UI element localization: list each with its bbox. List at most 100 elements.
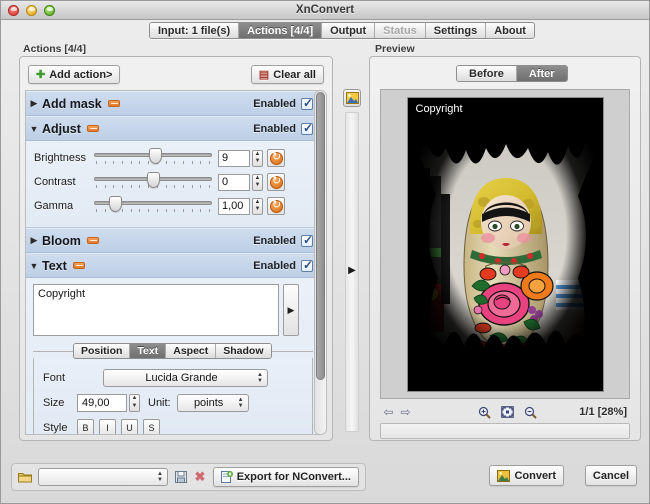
tab-actions[interactable]: Actions [4/4] [239,23,322,38]
value-field-gamma[interactable]: 1,00 [218,198,250,215]
tab-settings[interactable]: Settings [426,23,486,38]
save-preset-icon[interactable] [174,469,187,485]
disclosure-triangle-collapsed-icon[interactable]: ▶ [26,98,42,109]
slider-gamma[interactable] [94,196,212,216]
text-content-input[interactable]: Copyright [33,284,279,336]
zoom-out-button[interactable] [522,404,539,420]
previous-image-button[interactable]: ⇦ [380,404,397,420]
stepper-contrast[interactable]: ▲▼ [252,174,263,191]
preset-select[interactable]: ▲▼ [38,468,168,486]
convert-label: Convert [514,470,556,482]
stepper-brightness[interactable]: ▲▼ [252,150,263,167]
style-label: Style [43,422,77,434]
subtab-position[interactable]: Position [74,344,130,358]
tab-output[interactable]: Output [322,23,375,38]
tab-after[interactable]: After [517,66,567,81]
text-expand-button[interactable]: ▶ [283,284,299,336]
reset-button-brightness[interactable] [267,149,285,167]
clear-all-button[interactable]: ▤ Clear all [251,65,324,84]
preview-tab-strip: Before After [456,65,568,82]
reset-button-gamma[interactable] [267,197,285,215]
window-title: XnConvert [1,4,649,16]
add-icon: ✚ [36,68,45,81]
slider-row-contrast: Contrast 0 ▲▼ [34,171,312,193]
enabled-group-text: Enabled [253,260,320,272]
bottom-bar: ▲▼ ✖ Export for NConvert... Convert Canc… [1,455,649,503]
tab-before[interactable]: Before [457,66,517,81]
folder-icon[interactable] [18,469,32,485]
remove-action-button-add-mask[interactable] [108,100,120,107]
action-header-add-mask[interactable]: ▶ Add mask Enabled [26,91,320,116]
title-bar: XnConvert [1,1,649,20]
underline-button[interactable]: U [121,419,138,435]
enabled-checkbox-add-mask[interactable] [301,98,313,110]
action-header-bloom[interactable]: ▶ Bloom Enabled [26,228,320,253]
enabled-checkbox-adjust[interactable] [301,123,313,135]
export-nconvert-button[interactable]: Export for NConvert... [213,467,359,487]
chevron-updown-icon: ▲▼ [257,372,263,384]
next-image-button[interactable]: ⇨ [397,404,414,420]
unit-label: Unit: [148,397,171,409]
size-input[interactable]: 49,00 [77,394,127,412]
collapse-preview-arrow-icon[interactable]: ▶ [345,261,359,279]
enabled-checkbox-text[interactable] [301,260,313,272]
subtab-text[interactable]: Text [130,344,166,358]
unit-value: points [194,397,223,409]
size-row: Size 49,00 ▲▼ Unit: points ▲▼ [43,392,303,413]
disclosure-triangle-expanded-icon[interactable]: ▼ [26,261,42,271]
preview-image-toggle-button[interactable] [343,89,361,107]
subtab-aspect[interactable]: Aspect [166,344,216,358]
text-subtab-strip: Position Text Aspect Shadow [73,343,272,359]
preview-canvas[interactable]: Copyright [380,89,630,399]
actions-group-box: ✚ Add action> ▤ Clear all ▶ Add mask Ena… [19,56,333,441]
italic-button[interactable]: I [99,419,116,435]
remove-action-button-text[interactable] [73,262,85,269]
disclosure-triangle-collapsed-icon[interactable]: ▶ [26,235,42,246]
main-content: Actions [4/4] ✚ Add action> ▤ Clear all … [1,41,649,455]
text-subtab-panel: Font Lucida Grande ▲▼ Size 49,00 ▲▼ Unit [33,358,313,435]
convert-button[interactable]: Convert [489,465,564,486]
enabled-label-bloom: Enabled [253,235,296,247]
stepper-size[interactable]: ▲▼ [129,394,140,412]
stepper-gamma[interactable]: ▲▼ [252,198,263,215]
action-header-adjust[interactable]: ▼ Adjust Enabled [26,116,320,141]
fit-to-window-button[interactable] [499,404,516,420]
actions-list[interactable]: ▶ Add mask Enabled ▼ Adjust Enabled [25,90,321,435]
strikethrough-button[interactable]: S [143,419,160,435]
disclosure-triangle-expanded-icon[interactable]: ▼ [26,124,42,134]
reset-icon [270,152,283,165]
remove-action-button-bloom[interactable] [87,237,99,244]
enabled-checkbox-bloom[interactable] [301,235,313,247]
trash-icon: ▤ [259,68,269,81]
actions-scrollbar-thumb[interactable] [316,92,325,380]
tab-input[interactable]: Input: 1 file(s) [150,23,239,38]
cancel-button[interactable]: Cancel [585,465,637,486]
panel-splitter[interactable]: ▶ [341,56,363,441]
action-title-text: Text [42,259,67,273]
slider-brightness[interactable] [94,148,212,168]
subtab-shadow[interactable]: Shadow [216,344,270,358]
preview-zoom-status: 1/1 [28%] [579,406,630,418]
action-title-bloom: Bloom [42,234,81,248]
remove-action-button-adjust[interactable] [87,125,99,132]
tab-status[interactable]: Status [375,23,426,38]
font-select[interactable]: Lucida Grande ▲▼ [103,369,268,387]
slider-label-gamma: Gamma [34,200,94,212]
zoom-in-button[interactable] [476,404,493,420]
add-action-button[interactable]: ✚ Add action> [28,65,120,84]
slider-thumb-contrast[interactable] [147,172,160,188]
enabled-group-bloom: Enabled [253,235,320,247]
reset-icon [270,200,283,213]
reset-button-contrast[interactable] [267,173,285,191]
action-header-text[interactable]: ▼ Text Enabled [26,253,320,278]
actions-scrollbar[interactable] [314,90,327,435]
slider-contrast[interactable] [94,172,212,192]
delete-preset-icon[interactable]: ✖ [193,469,206,485]
unit-select[interactable]: points ▲▼ [177,394,249,412]
slider-row-gamma: Gamma 1,00 ▲▼ [34,195,312,217]
value-field-contrast[interactable]: 0 [218,174,250,191]
value-field-brightness[interactable]: 9 [218,150,250,167]
cancel-label: Cancel [593,470,629,482]
tab-about[interactable]: About [486,23,534,38]
bold-button[interactable]: B [77,419,94,435]
